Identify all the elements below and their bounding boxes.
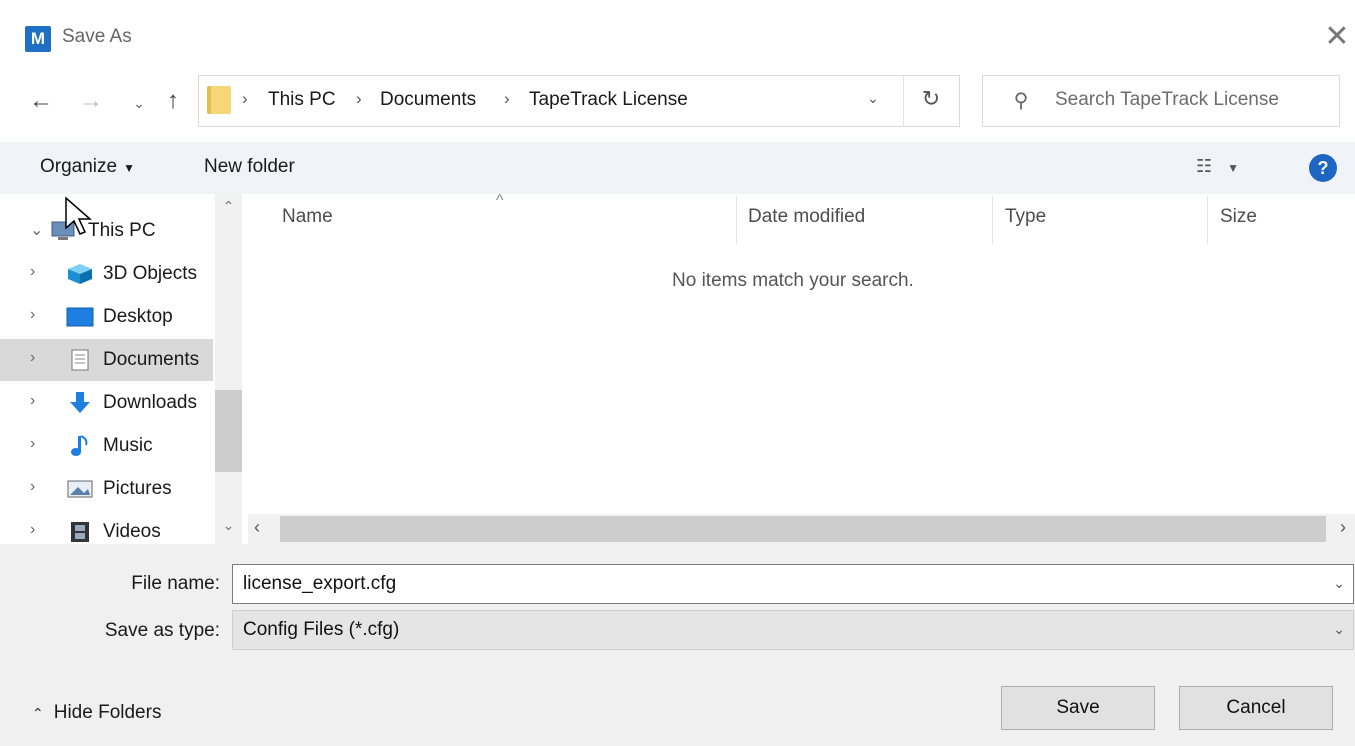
tree-item-this-pc[interactable]: ⌄ This PC	[0, 210, 213, 252]
save-as-type-select[interactable]: Config Files (*.cfg) ⌄	[232, 610, 1354, 650]
caret-down-icon: ▼	[123, 161, 135, 175]
recent-locations-button[interactable]: ⌄	[128, 88, 150, 118]
picture-icon	[67, 480, 93, 498]
tree-item-documents[interactable]: › Documents	[0, 339, 213, 381]
music-note-icon	[71, 435, 88, 456]
column-divider[interactable]	[992, 196, 993, 244]
film-icon	[71, 522, 89, 542]
tree-item-label: Desktop	[103, 306, 173, 327]
details-view-icon: ☷	[1196, 156, 1213, 176]
tree-item-label: This PC	[88, 220, 156, 241]
chevron-down-icon[interactable]: ⌄	[1333, 621, 1345, 638]
navigation-scrollbar[interactable]	[215, 194, 242, 544]
tree-item-desktop[interactable]: › Desktop	[0, 296, 213, 338]
tree-item-label: Pictures	[103, 478, 172, 499]
search-input[interactable]: Search TapeTrack License	[1055, 89, 1279, 111]
arrow-up-icon: ↑	[167, 87, 179, 114]
forward-button[interactable]: →	[76, 86, 106, 116]
save-as-type-label: Save as type:	[104, 620, 220, 641]
breadcrumb-documents[interactable]: Documents	[380, 89, 476, 111]
breadcrumb-tapetrack-license[interactable]: TapeTrack License	[529, 89, 688, 111]
column-divider[interactable]	[736, 196, 737, 244]
mouse-pointer-icon	[65, 196, 92, 235]
file-name-field[interactable]: license_export.cfg ⌄	[232, 564, 1354, 604]
chevron-right-icon[interactable]: ›	[30, 349, 35, 367]
horizontal-scroll-thumb[interactable]	[280, 516, 1326, 542]
tree-item-label: Videos	[103, 521, 161, 542]
tree-item-label: Downloads	[103, 392, 197, 413]
tree-item-downloads[interactable]: › Downloads	[0, 382, 213, 424]
chevron-right-icon[interactable]: ›	[30, 306, 35, 324]
breadcrumb-separator[interactable]: ›	[504, 89, 510, 109]
tree-item-3d-objects[interactable]: › 3D Objects	[0, 253, 213, 295]
chevron-right-icon[interactable]: ›	[30, 435, 35, 453]
new-folder-button[interactable]: New folder	[204, 156, 295, 178]
scroll-right-icon[interactable]: ›	[1340, 517, 1346, 538]
breadcrumb-separator: ›	[242, 89, 248, 108]
up-button[interactable]: ↑	[158, 86, 188, 116]
address-divider	[903, 76, 904, 126]
file-list[interactable]	[248, 194, 1352, 514]
close-icon[interactable]: ✕	[1322, 20, 1352, 54]
chevron-right-icon[interactable]: ›	[30, 521, 35, 539]
title-bar	[0, 0, 1355, 78]
window-title: Save As	[62, 26, 132, 47]
chevron-down-icon[interactable]: ⌄	[30, 220, 43, 240]
hide-folders-button[interactable]: ⌃ Hide Folders	[32, 702, 161, 724]
document-icon	[71, 349, 89, 371]
chevron-right-icon[interactable]: ›	[30, 392, 35, 410]
file-name-label: File name:	[131, 573, 220, 594]
help-icon[interactable]: ?	[1309, 154, 1337, 182]
cancel-button[interactable]: Cancel	[1179, 686, 1333, 730]
save-as-type-value: Config Files (*.cfg)	[243, 619, 400, 640]
scroll-left-icon[interactable]: ‹	[254, 517, 260, 538]
hide-folders-label: Hide Folders	[53, 702, 162, 723]
chevron-down-icon: ⌄	[133, 95, 145, 111]
back-button[interactable]: ←	[26, 86, 56, 116]
column-header-type[interactable]: Type	[1005, 206, 1046, 228]
tree-item-label: 3D Objects	[103, 263, 197, 284]
caret-down-icon: ▼	[1227, 161, 1240, 175]
arrow-left-icon: ←	[29, 87, 53, 114]
empty-message: No items match your search.	[672, 270, 914, 291]
breadcrumb-separator[interactable]: ›	[356, 89, 362, 109]
column-header-name[interactable]: Name	[282, 206, 333, 228]
navigation-scroll-thumb[interactable]	[215, 390, 242, 472]
tree-item-label: Documents	[103, 349, 200, 370]
column-divider[interactable]	[1207, 196, 1208, 244]
cube-icon	[68, 264, 92, 284]
folder-icon	[207, 86, 231, 114]
scroll-up-icon[interactable]: ⌃	[215, 198, 242, 215]
refresh-icon[interactable]: ↻	[915, 86, 947, 112]
chevron-right-icon[interactable]: ›	[30, 263, 35, 281]
search-icon: ⚲	[1013, 90, 1029, 112]
chevron-right-icon[interactable]: ›	[30, 478, 35, 496]
tree-item-label: Music	[103, 435, 153, 456]
organize-label: Organize	[40, 156, 118, 177]
address-dropdown-icon[interactable]: ⌄	[858, 90, 888, 107]
arrow-right-icon: →	[79, 87, 103, 114]
download-arrow-icon	[70, 392, 90, 413]
tree-item-pictures[interactable]: › Pictures	[0, 468, 213, 510]
column-header-size[interactable]: Size	[1220, 206, 1257, 228]
chevron-down-icon[interactable]: ⌄	[1333, 575, 1345, 592]
view-options-button[interactable]: ☷ ▼	[1196, 156, 1239, 177]
organize-button[interactable]: Organize ▼	[40, 156, 135, 178]
breadcrumb-this-pc[interactable]: This PC	[268, 89, 336, 111]
desktop-icon	[66, 307, 94, 327]
scroll-down-icon[interactable]: ⌄	[215, 517, 242, 534]
file-name-input[interactable]: license_export.cfg	[243, 573, 396, 595]
tree-item-music[interactable]: › Music	[0, 425, 213, 467]
save-button[interactable]: Save	[1001, 686, 1155, 730]
sort-ascending-icon: ^	[496, 192, 504, 209]
column-header-date-modified[interactable]: Date modified	[748, 206, 865, 228]
app-icon: M	[25, 26, 51, 52]
chevron-up-icon: ⌃	[32, 705, 44, 721]
